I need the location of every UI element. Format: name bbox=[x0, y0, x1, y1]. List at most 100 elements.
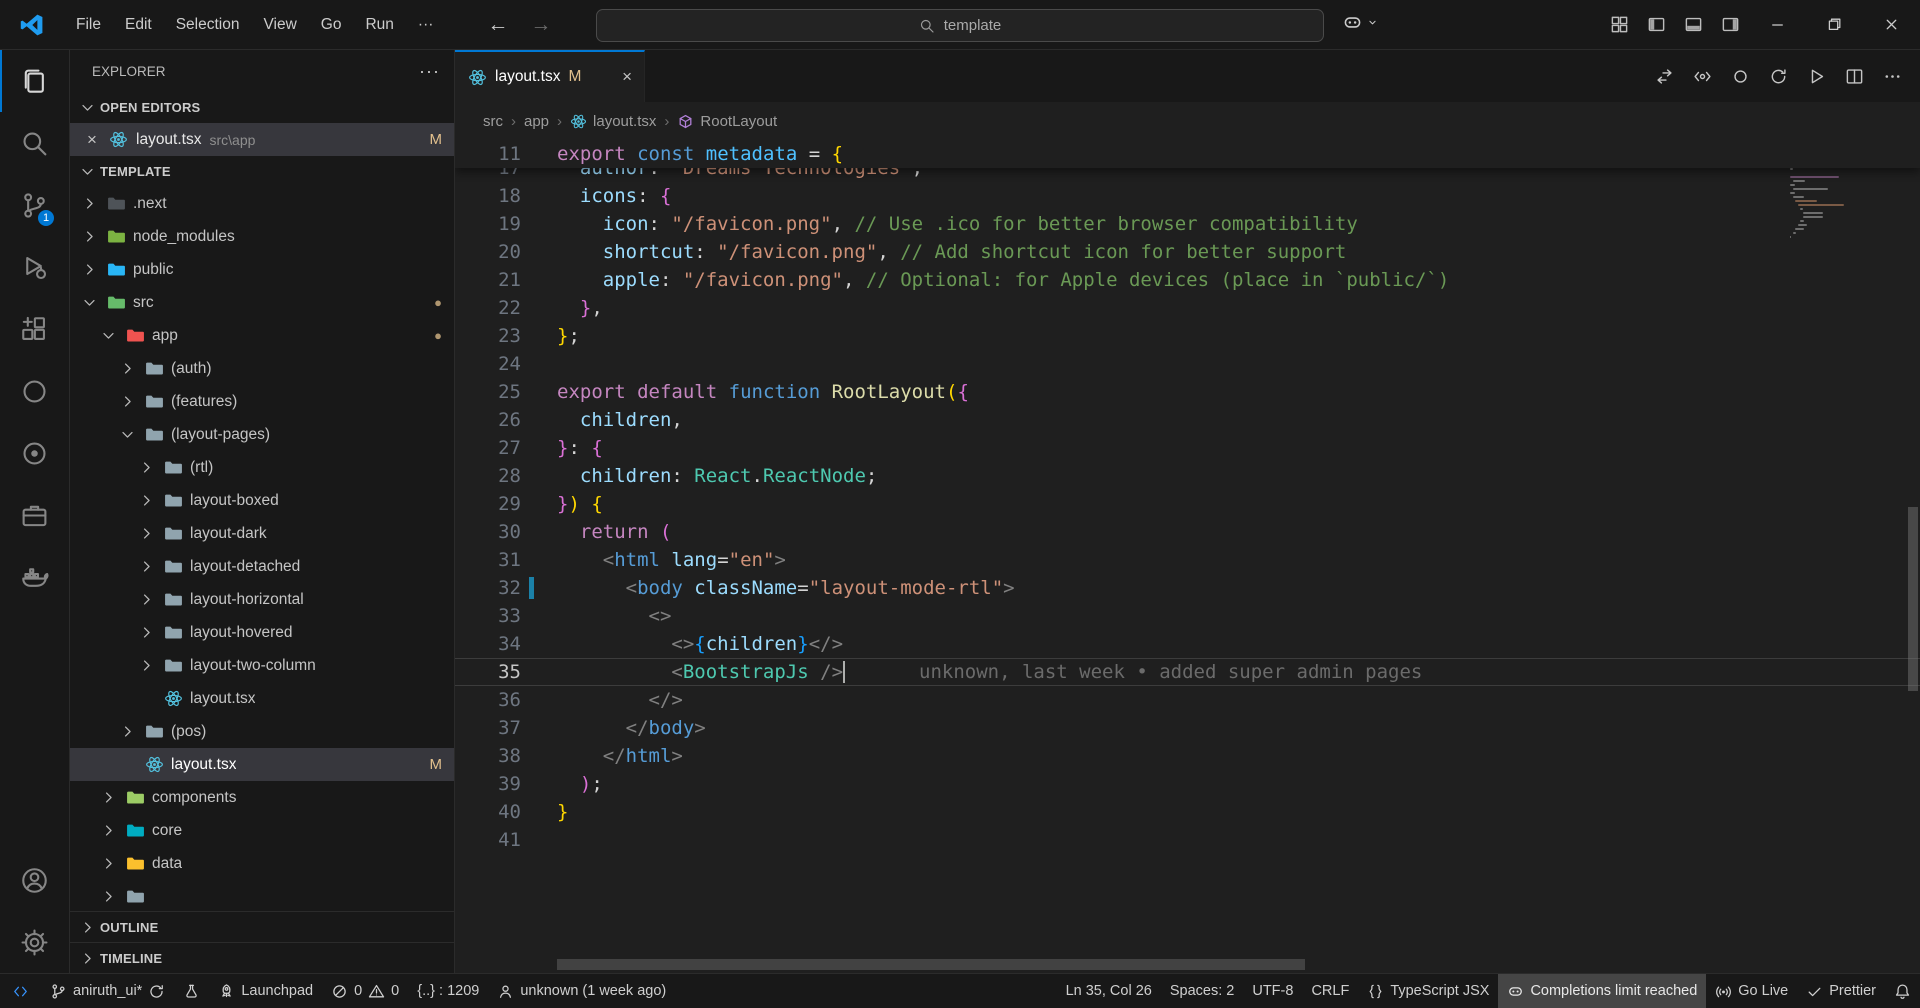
toggle-secondary-sidebar-icon[interactable] bbox=[1712, 0, 1749, 50]
code-line-23[interactable]: 23}; bbox=[455, 322, 1920, 350]
tree-item-layout-detached[interactable]: layout-detached bbox=[70, 550, 454, 583]
code-line-27[interactable]: 27}: { bbox=[455, 434, 1920, 462]
tree-item-layout-hovered[interactable]: layout-hovered bbox=[70, 616, 454, 649]
tree-item-(rtl)[interactable]: (rtl) bbox=[70, 451, 454, 484]
status-console-ninja[interactable] bbox=[174, 974, 209, 1008]
tab-layout-tsx[interactable]: layout.tsx M × bbox=[455, 50, 645, 102]
tree-item-partial[interactable] bbox=[70, 880, 454, 911]
code-line-19[interactable]: 19 icon: "/favicon.png", // Use .ico for… bbox=[455, 210, 1920, 238]
compare-changes-icon[interactable] bbox=[1650, 62, 1678, 90]
open-preview-icon[interactable] bbox=[1688, 62, 1716, 90]
explorer-icon[interactable] bbox=[0, 50, 69, 112]
split-editor-icon[interactable] bbox=[1840, 62, 1868, 90]
close-icon[interactable]: × bbox=[622, 67, 632, 87]
tree-item-layout-dark[interactable]: layout-dark bbox=[70, 517, 454, 550]
run-code-icon[interactable] bbox=[1802, 62, 1830, 90]
vertical-scrollbar[interactable] bbox=[1906, 140, 1920, 973]
workspace-header[interactable]: TEMPLATE bbox=[70, 156, 454, 187]
code-line-25[interactable]: 25export default function RootLayout({ bbox=[455, 378, 1920, 406]
tree-item-layout-horizontal[interactable]: layout-horizontal bbox=[70, 583, 454, 616]
code-line-31[interactable]: 31 <html lang="en"> bbox=[455, 546, 1920, 574]
toggle-primary-sidebar-icon[interactable] bbox=[1638, 0, 1675, 50]
tree-item-layout-two-column[interactable]: layout-two-column bbox=[70, 649, 454, 682]
status-cursor-position[interactable]: Ln 35, Col 26 bbox=[1057, 974, 1161, 1008]
menu-edit[interactable]: Edit bbox=[113, 10, 164, 40]
code-line-18[interactable]: 18 icons: { bbox=[455, 182, 1920, 210]
tree-item-app[interactable]: app● bbox=[70, 319, 454, 352]
menu-file[interactable]: File bbox=[64, 10, 113, 40]
tree-item-core[interactable]: core bbox=[70, 814, 454, 847]
screencast-icon[interactable] bbox=[1726, 62, 1754, 90]
menu-view[interactable]: View bbox=[251, 10, 308, 40]
code-line-26[interactable]: 26 children, bbox=[455, 406, 1920, 434]
scrollbar-thumb[interactable] bbox=[1908, 507, 1918, 691]
menu-more[interactable]: ··· bbox=[406, 10, 446, 40]
code-line-38[interactable]: 38 </html> bbox=[455, 742, 1920, 770]
tree-item-components[interactable]: components bbox=[70, 781, 454, 814]
code-line-40[interactable]: 40} bbox=[455, 798, 1920, 826]
status-git-blame[interactable]: unknown (1 week ago) bbox=[488, 974, 675, 1008]
status-prettier[interactable]: Prettier bbox=[1797, 974, 1885, 1008]
sticky-line[interactable]: 11export const metadata = { bbox=[455, 140, 1920, 168]
breadcrumb-file[interactable]: layout.tsx bbox=[570, 113, 656, 130]
tree-item-(pos)[interactable]: (pos) bbox=[70, 715, 454, 748]
customize-layout-icon[interactable] bbox=[1601, 0, 1638, 50]
gitlens-icon[interactable] bbox=[0, 422, 69, 484]
close-button[interactable] bbox=[1863, 0, 1920, 50]
more-actions-icon[interactable] bbox=[1878, 62, 1906, 90]
status-copilot-status[interactable]: Completions limit reached bbox=[1498, 974, 1706, 1008]
status-go-live[interactable]: Go Live bbox=[1706, 974, 1797, 1008]
status-bracket-counter[interactable]: {..} : 1209 bbox=[408, 974, 488, 1008]
timeline-header[interactable]: TIMELINE bbox=[70, 942, 454, 973]
extensions-icon[interactable] bbox=[0, 298, 69, 360]
tree-item-.next[interactable]: .next bbox=[70, 187, 454, 220]
code-line-37[interactable]: 37 </body> bbox=[455, 714, 1920, 742]
code-line-39[interactable]: 39 ); bbox=[455, 770, 1920, 798]
run-and-debug-icon[interactable] bbox=[0, 236, 69, 298]
status-notifications[interactable] bbox=[1885, 974, 1920, 1008]
code-line-35[interactable]: 35 <BootstrapJs />unknown, last week • a… bbox=[455, 658, 1920, 686]
status-problems[interactable]: 00 bbox=[322, 974, 408, 1008]
minimize-button[interactable] bbox=[1749, 0, 1806, 50]
docker-icon[interactable] bbox=[0, 546, 69, 608]
open-editor-item[interactable]: × layout.tsx src\app M bbox=[70, 123, 454, 156]
search-icon[interactable] bbox=[0, 112, 69, 174]
back-arrow-icon[interactable]: ← bbox=[487, 13, 508, 37]
restore-button[interactable] bbox=[1806, 0, 1863, 50]
tree-item-src[interactable]: src● bbox=[70, 286, 454, 319]
remote-explorer-icon[interactable] bbox=[0, 484, 69, 546]
more-actions-icon[interactable]: ··· bbox=[419, 61, 440, 82]
status-indentation[interactable]: Spaces: 2 bbox=[1161, 974, 1244, 1008]
live-share-icon[interactable] bbox=[0, 360, 69, 422]
status-remote[interactable] bbox=[0, 974, 41, 1008]
code-line-36[interactable]: 36 </> bbox=[455, 686, 1920, 714]
code-line-21[interactable]: 21 apple: "/favicon.png", // Optional: f… bbox=[455, 266, 1920, 294]
tree-item-(layout-pages)[interactable]: (layout-pages) bbox=[70, 418, 454, 451]
tree-item-layout-boxed[interactable]: layout-boxed bbox=[70, 484, 454, 517]
tree-item-(auth)[interactable]: (auth) bbox=[70, 352, 454, 385]
code-line-29[interactable]: 29}) { bbox=[455, 490, 1920, 518]
command-center-search[interactable]: template bbox=[596, 9, 1324, 42]
code-line-30[interactable]: 30 return ( bbox=[455, 518, 1920, 546]
code-editor[interactable]: 11export const metadata = { 17 author: "… bbox=[455, 140, 1920, 973]
code-line-41[interactable]: 41 bbox=[455, 826, 1920, 854]
breadcrumb-app[interactable]: app bbox=[524, 113, 549, 130]
status-launchpad[interactable]: Launchpad bbox=[209, 974, 322, 1008]
status-encoding[interactable]: UTF-8 bbox=[1243, 974, 1302, 1008]
code-line-33[interactable]: 33 <> bbox=[455, 602, 1920, 630]
copilot-menu-button[interactable] bbox=[1342, 12, 1379, 33]
tree-item-data[interactable]: data bbox=[70, 847, 454, 880]
status-git-branch[interactable]: aniruth_ui* bbox=[41, 974, 174, 1008]
menu-go[interactable]: Go bbox=[309, 10, 354, 40]
forward-arrow-icon[interactable]: → bbox=[530, 13, 551, 37]
open-editors-header[interactable]: OPEN EDITORS bbox=[70, 92, 454, 123]
refresh-icon[interactable] bbox=[1764, 62, 1792, 90]
code-line-28[interactable]: 28 children: React.ReactNode; bbox=[455, 462, 1920, 490]
menu-run[interactable]: Run bbox=[353, 10, 405, 40]
settings-icon[interactable] bbox=[0, 911, 69, 973]
tree-item-(features)[interactable]: (features) bbox=[70, 385, 454, 418]
code-line-22[interactable]: 22 }, bbox=[455, 294, 1920, 322]
breadcrumb-symbol[interactable]: RootLayout bbox=[677, 113, 777, 130]
code-line-24[interactable]: 24 bbox=[455, 350, 1920, 378]
status-eol[interactable]: CRLF bbox=[1302, 974, 1358, 1008]
